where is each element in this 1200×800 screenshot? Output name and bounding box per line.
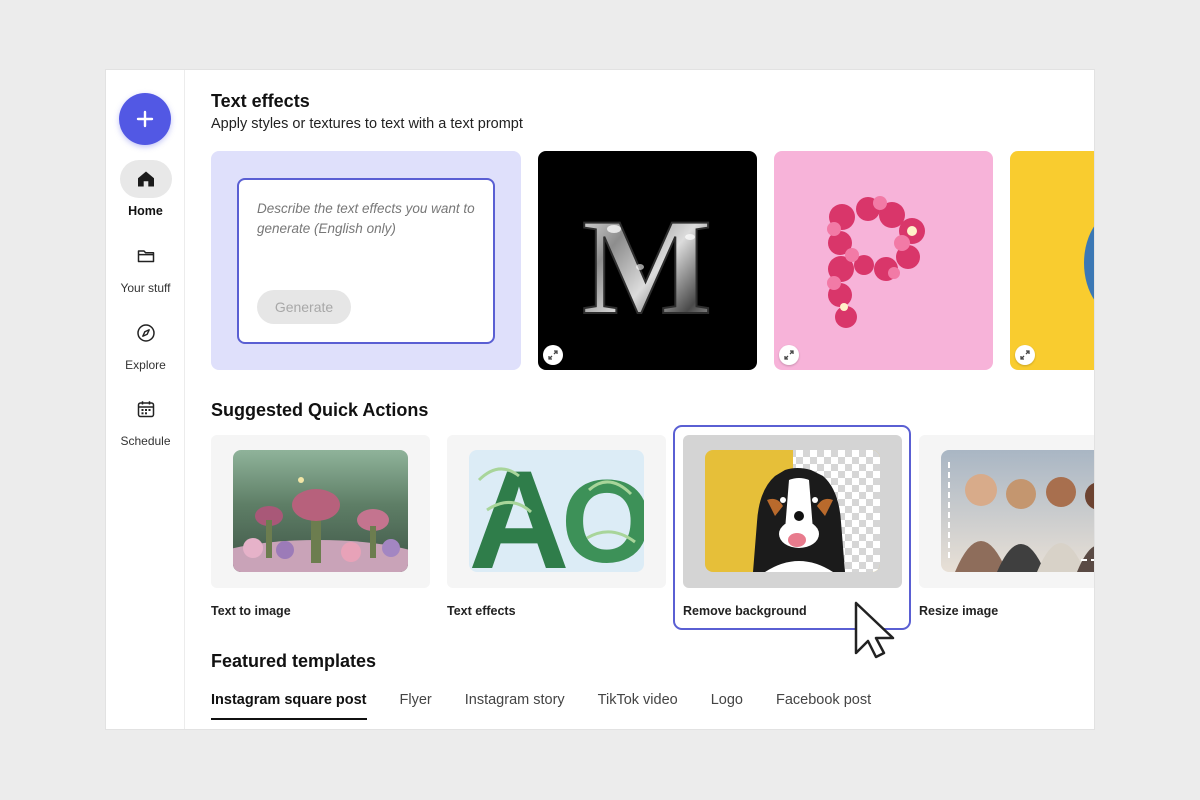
prompt-placeholder: Describe the text effects you want to ge…: [257, 201, 475, 236]
nav-pill: [120, 314, 172, 352]
plus-icon: [136, 110, 154, 128]
sidebar-item-label: Schedule: [120, 434, 171, 448]
compass-icon: [136, 324, 155, 342]
sidebar-item-label: Home: [128, 204, 163, 218]
denim-letter-art: [1084, 226, 1094, 300]
svg-text:M: M: [582, 190, 712, 343]
tab-logo[interactable]: Logo: [711, 692, 743, 720]
main-content: Text effects Apply styles or textures to…: [185, 70, 1094, 729]
quick-action-text-to-image[interactable]: [211, 435, 430, 588]
quick-action-label: Text to image: [211, 604, 291, 618]
tab-facebook-post[interactable]: Facebook post: [776, 692, 871, 720]
text-effect-sample-denim[interactable]: [1010, 151, 1094, 370]
expand-icon[interactable]: [543, 345, 563, 365]
tab-flyer[interactable]: Flyer: [400, 692, 432, 720]
quick-action-label: Resize image: [919, 604, 999, 618]
quick-action-label: Remove background: [683, 604, 807, 618]
text-effects-subtitle: Apply styles or textures to text with a …: [211, 116, 523, 132]
featured-templates-title: Featured templates: [211, 651, 377, 671]
sidebar-item-explore[interactable]: Explore: [106, 314, 185, 372]
nav-pill: [119, 160, 172, 198]
quick-actions-title: Suggested Quick Actions: [211, 400, 429, 420]
chrome-letter-art: M: [581, 189, 713, 344]
quick-action-remove-background[interactable]: [683, 435, 902, 588]
dog-remove-bg-thumbnail: [705, 450, 880, 572]
template-tabs: Instagram square post Flyer Instagram st…: [211, 692, 904, 722]
expand-icon[interactable]: [1015, 345, 1035, 365]
text-effect-sample-chrome[interactable]: M: [538, 151, 757, 370]
svg-text:O: O: [561, 456, 644, 572]
leaf-letters-thumbnail: A O: [469, 450, 644, 572]
tab-instagram-square-post[interactable]: Instagram square post: [211, 692, 367, 720]
create-button[interactable]: [119, 93, 171, 145]
nav-pill: [120, 237, 172, 275]
flower-letter-art: [827, 196, 925, 328]
tab-tiktok-video[interactable]: TikTok video: [598, 692, 678, 720]
nav-pill: [120, 390, 172, 428]
text-effects-prompt-input[interactable]: Describe the text effects you want to ge…: [237, 178, 495, 344]
friends-resize-thumbnail: [941, 450, 1094, 572]
sidebar-item-label: Your stuff: [120, 281, 171, 295]
sidebar: Home Your stuff Explore Schedule: [106, 70, 185, 729]
calendar-icon: [137, 401, 154, 418]
sidebar-item-label: Explore: [125, 358, 166, 372]
text-effects-title: Text effects: [211, 91, 310, 111]
sidebar-item-home[interactable]: Home: [106, 160, 185, 218]
text-effect-sample-flowers[interactable]: [774, 151, 993, 370]
mouse-cursor-icon: [854, 601, 895, 659]
tab-instagram-story[interactable]: Instagram story: [465, 692, 565, 720]
folder-icon: [137, 250, 154, 263]
generate-button[interactable]: Generate: [257, 290, 351, 324]
fantasy-garden-thumbnail: [233, 450, 408, 572]
sidebar-item-schedule[interactable]: Schedule: [106, 390, 185, 448]
expand-icon[interactable]: [779, 345, 799, 365]
quick-action-text-effects[interactable]: A O: [447, 435, 666, 588]
sidebar-item-your-stuff[interactable]: Your stuff: [106, 237, 185, 295]
home-icon: [137, 171, 154, 187]
text-effects-prompt-card: Describe the text effects you want to ge…: [211, 151, 521, 370]
quick-action-resize-image[interactable]: [919, 435, 1094, 588]
svg-text:A: A: [469, 450, 570, 572]
app-window: Home Your stuff Explore Schedule Text ef…: [106, 70, 1094, 729]
quick-action-label: Text effects: [447, 604, 516, 618]
